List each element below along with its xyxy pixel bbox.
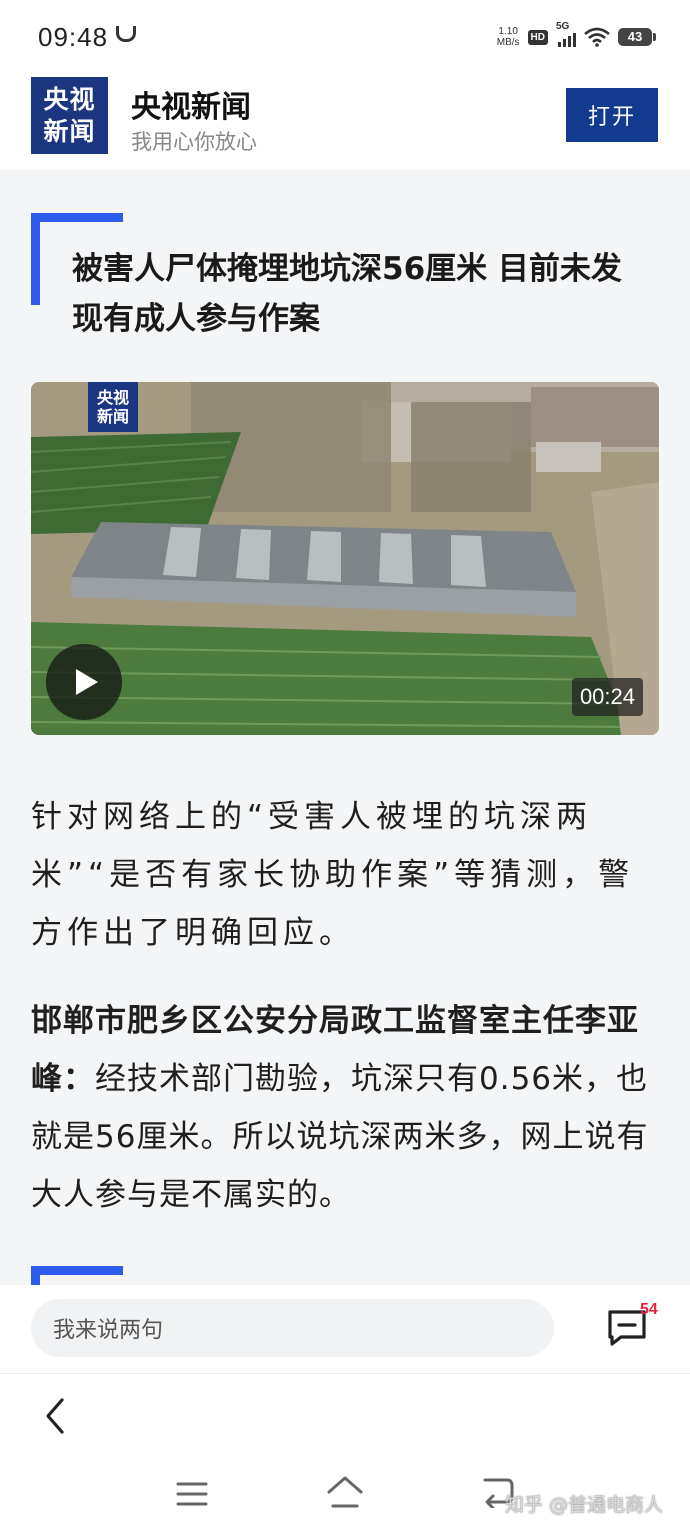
- headline-bracket-bar: [31, 213, 40, 305]
- signal-label: 5G: [556, 21, 570, 32]
- video-channel-logo: 央视 新闻: [88, 382, 138, 432]
- menu-icon[interactable]: [176, 1480, 208, 1508]
- article-headline: 被害人尸体掩埋地坑深56厘米 目前未发现有成人参与作案: [72, 251, 622, 337]
- app-logo-line1: 央视: [43, 84, 96, 114]
- back-arrow-icon[interactable]: [38, 1396, 74, 1436]
- article-paragraph-1: 针对网络上的“受害人被埋的坑深两米”“是否有家长协助作案”等猜测，警方作出了明确…: [31, 799, 635, 951]
- comment-count-badge: 54: [640, 1301, 658, 1318]
- play-button[interactable]: [46, 644, 122, 720]
- battery-icon: 43: [618, 28, 656, 46]
- home-icon[interactable]: [326, 1474, 364, 1510]
- notification-icon: [116, 26, 136, 42]
- comment-input[interactable]: 我来说两句: [31, 1299, 554, 1357]
- status-bar: 09:48 1.10 MB/s HD 5G 43: [0, 0, 690, 70]
- video-thumbnail: [31, 382, 659, 735]
- article-content: 被害人尸体掩埋地坑深56厘米 目前未发现有成人参与作案 央视 新闻 00:24 …: [0, 170, 690, 1285]
- wifi-icon: [584, 27, 610, 47]
- app-banner: 央视 新闻 央视新闻 我用心你放心 打开: [0, 70, 690, 170]
- open-app-button[interactable]: 打开: [566, 88, 658, 142]
- video-logo-line2: 新闻: [96, 407, 129, 426]
- network-speed: 1.10 MB/s: [497, 26, 520, 48]
- article-paragraph-2: 邯郸市肥乡区公安分局政工监督室主任李亚峰：经技术部门勘验，坑深只有0.56米，也…: [31, 992, 663, 1224]
- quote-text: 经技术部门勘验，坑深只有0.56米，也就是56厘米。所以说坑深两米多，网上说有大…: [31, 1061, 649, 1213]
- hd-badge: HD: [527, 29, 548, 45]
- network-speed-value: 1.10: [498, 26, 518, 37]
- video-duration: 00:24: [571, 678, 643, 716]
- next-section-bracket: [31, 1266, 123, 1285]
- app-name: 央视新闻: [131, 90, 251, 125]
- signal-icon: 5G: [556, 21, 576, 47]
- app-logo: 央视 新闻: [31, 77, 108, 154]
- video-logo-line1: 央视: [96, 388, 129, 407]
- status-time: 09:48: [38, 22, 109, 52]
- network-speed-unit: MB/s: [496, 37, 520, 48]
- comment-bar: 我来说两句 54: [0, 1285, 690, 1373]
- zhihu-watermark: 知乎 @普通电商人: [505, 1494, 664, 1516]
- app-slogan: 我用心你放心: [131, 130, 257, 154]
- status-indicators: 1.10 MB/s HD 5G 43: [497, 21, 656, 50]
- video-player[interactable]: 央视 新闻 00:24: [31, 382, 659, 735]
- play-icon: [76, 669, 98, 695]
- app-logo-line2: 新闻: [43, 116, 96, 146]
